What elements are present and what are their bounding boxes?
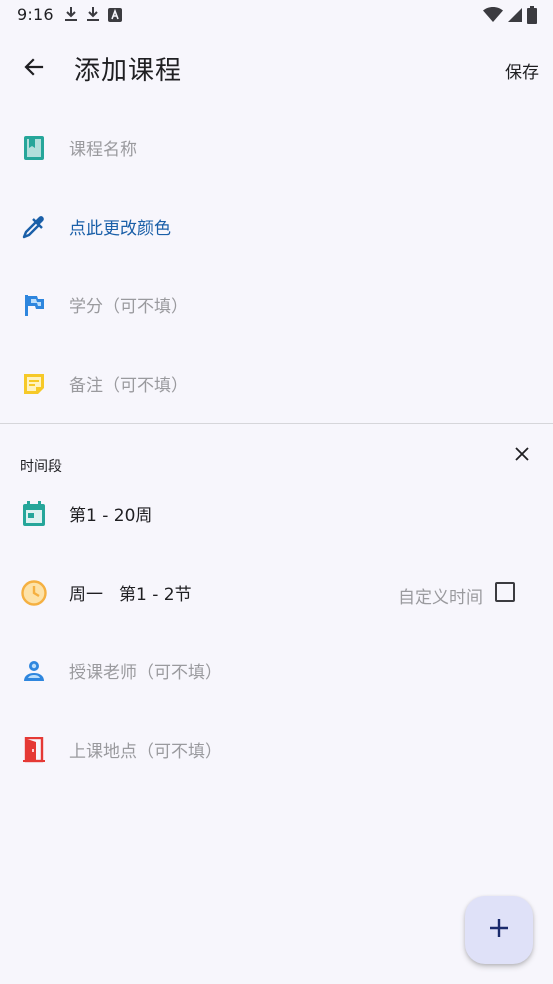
wifi-icon: [483, 7, 503, 27]
change-color-link[interactable]: 点此更改颜色: [69, 214, 171, 239]
class-time-value[interactable]: 周一 第1 - 2节: [69, 580, 192, 605]
course-color-field[interactable]: 点此更改颜色: [0, 187, 553, 265]
teacher-input[interactable]: 授课老师（可不填）: [69, 658, 222, 683]
note-input[interactable]: 备注（可不填）: [69, 371, 188, 396]
flag-icon: [20, 291, 48, 319]
close-icon: [515, 446, 529, 465]
weeks-field[interactable]: 第1 - 20周: [0, 474, 553, 552]
course-name-input[interactable]: 课程名称: [69, 135, 137, 160]
class-time-field[interactable]: 周一 第1 - 2节 自定义时间: [0, 553, 553, 631]
teacher-field[interactable]: 授课老师（可不填）: [0, 631, 553, 709]
book-icon: [20, 134, 48, 162]
section-divider: [0, 423, 553, 424]
credit-field[interactable]: 学分（可不填）: [0, 265, 553, 343]
cell-signal-icon: [507, 7, 523, 27]
download-icon: [64, 6, 78, 26]
add-time-slot-button[interactable]: [465, 896, 533, 964]
back-button[interactable]: [14, 49, 54, 89]
app-bar: 添加课程 保存: [0, 30, 553, 108]
status-system-icons: [483, 6, 537, 28]
weeks-value[interactable]: 第1 - 20周: [69, 501, 152, 526]
credit-input[interactable]: 学分（可不填）: [69, 292, 188, 317]
plus-icon: [489, 918, 509, 942]
battery-icon: [527, 6, 537, 28]
note-field[interactable]: 备注（可不填）: [0, 344, 553, 422]
location-input[interactable]: 上课地点（可不填）: [69, 737, 222, 762]
page-title: 添加课程: [74, 56, 183, 86]
status-bar: 9:16: [0, 0, 553, 30]
clock-icon: [20, 579, 48, 607]
arrow-back-icon: [22, 55, 46, 83]
course-name-field[interactable]: 课程名称: [0, 108, 553, 186]
location-field[interactable]: 上课地点（可不填）: [0, 710, 553, 788]
door-icon: [20, 736, 48, 764]
status-time: 9:16: [17, 5, 54, 24]
download-icon: [86, 6, 100, 26]
status-notification-icons: [64, 6, 122, 26]
save-button[interactable]: 保存: [505, 58, 539, 83]
text-a-icon: [108, 7, 122, 26]
note-icon: [20, 370, 48, 398]
custom-time-checkbox[interactable]: [495, 582, 515, 602]
class-period: 第1 - 2节: [119, 585, 192, 605]
eyedropper-icon: [20, 213, 48, 241]
remove-time-section-button[interactable]: [511, 444, 533, 466]
time-section-label: 时间段: [20, 459, 62, 475]
custom-time-label: 自定义时间: [398, 588, 483, 608]
person-icon: [20, 657, 48, 685]
class-day: 周一: [69, 585, 103, 605]
calendar-icon: [20, 500, 48, 528]
